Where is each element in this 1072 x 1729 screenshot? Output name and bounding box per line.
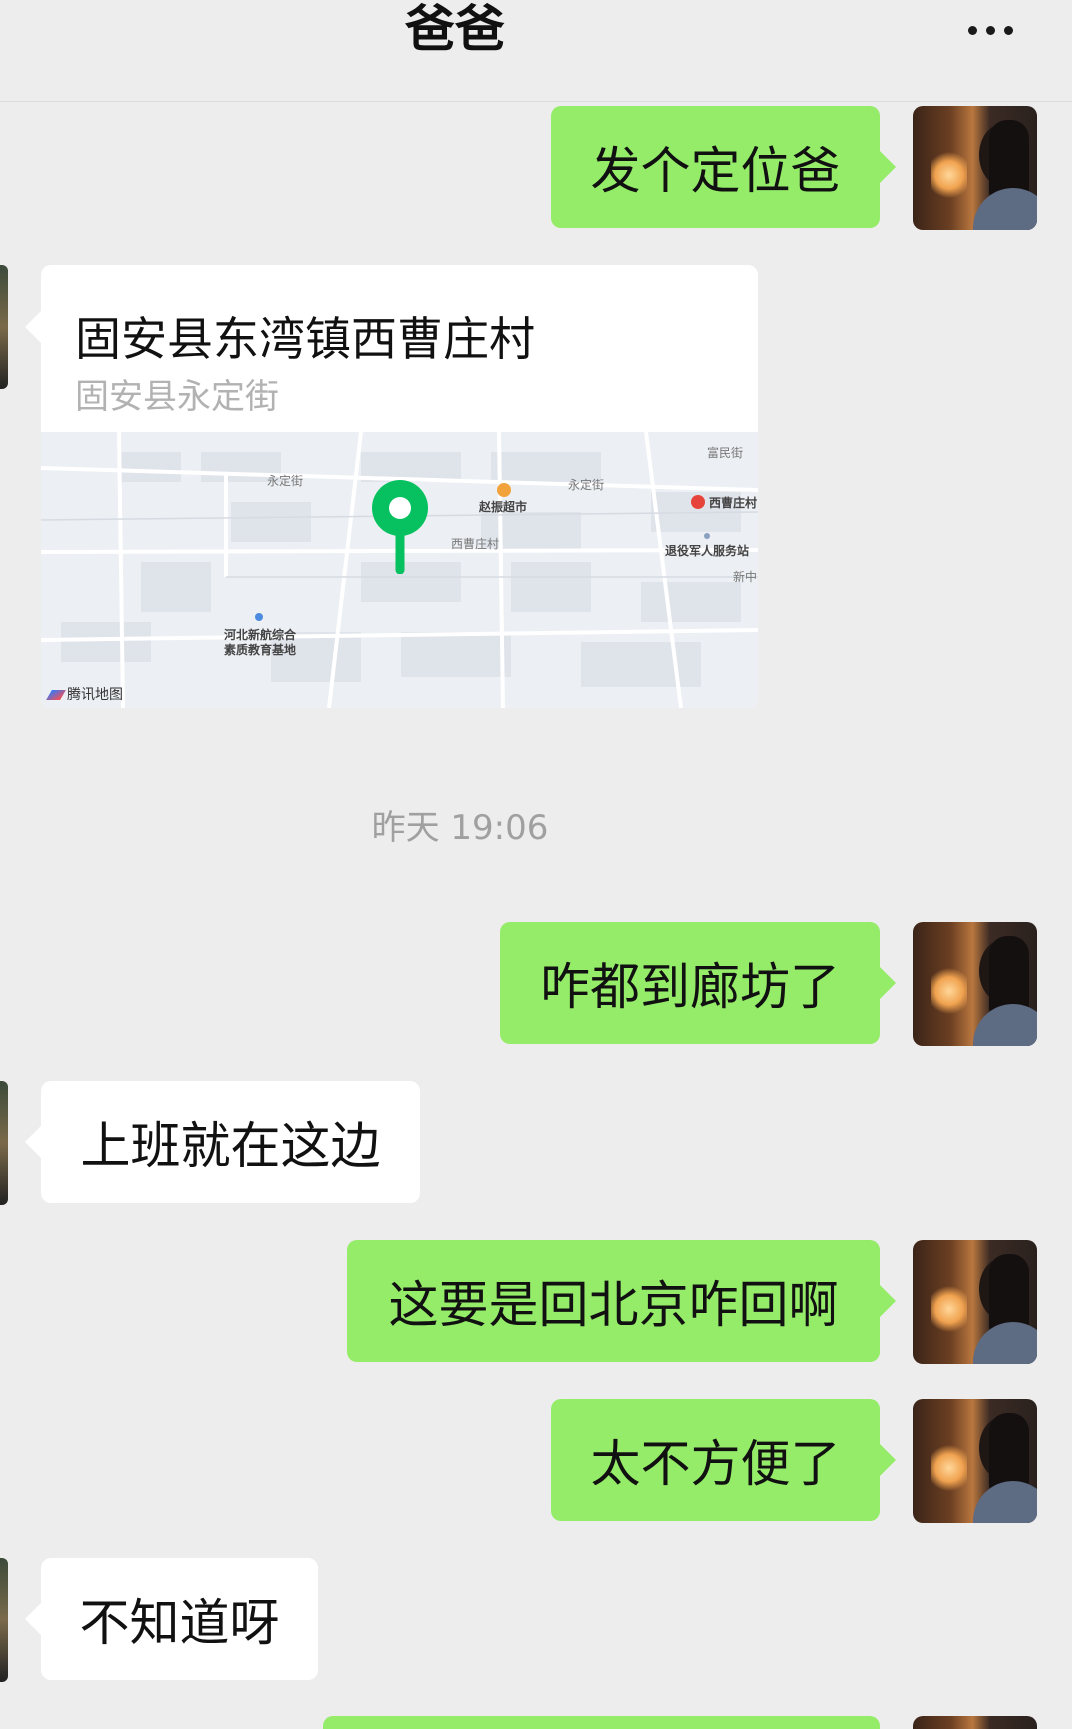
message-bubble-sent[interactable]: 发个定位爸 (551, 106, 896, 228)
location-card[interactable]: 固安县东湾镇西曹庄村 固安县永定街 富民街 永定街 永定街 赵振超市 西曹庄村 … (41, 265, 758, 708)
my-avatar[interactable] (913, 106, 1037, 230)
message-bubble-sent[interactable]: 这要是回北京咋回啊 (347, 1240, 896, 1362)
map-label: 退役军人服务站 (665, 544, 750, 558)
map-label: 永定街 (568, 478, 605, 492)
map-label: 赵振超市 (479, 500, 528, 514)
contact-avatar[interactable] (0, 1558, 8, 1682)
message-text: 这要是回北京咋回啊 (388, 1276, 839, 1334)
my-avatar[interactable] (913, 922, 1037, 1046)
message-bubble-sent-partial[interactable] (323, 1716, 880, 1729)
my-avatar[interactable] (913, 1716, 1037, 1729)
location-address: 固安县永定街 (75, 377, 279, 417)
map-label: 西曹庄村 (451, 537, 500, 551)
map-label: 西曹庄村 (709, 496, 758, 510)
message-bubble-received[interactable]: 不知道呀 (25, 1558, 318, 1680)
message-text: 太不方便了 (590, 1435, 841, 1493)
chat-header: 爸爸 (0, 0, 1072, 102)
chat-title: 爸爸 (405, 0, 505, 58)
my-avatar[interactable] (913, 1240, 1037, 1364)
map-label: 永定街 (267, 474, 304, 488)
message-timestamp: 昨天 19:06 (371, 808, 549, 848)
map-label: 素质教育基地 (224, 643, 297, 657)
message-bubble-sent[interactable]: 太不方便了 (551, 1399, 896, 1521)
message-text: 咋都到廊坊了 (540, 958, 840, 1016)
map-watermark: 腾讯地图 (46, 684, 123, 704)
location-map[interactable]: 富民街 永定街 永定街 赵振超市 西曹庄村 西曹庄村 退役军人服务站 新中 河北… (41, 431, 758, 708)
map-label: 新中 (733, 570, 758, 584)
location-name: 固安县东湾镇西曹庄村 (75, 312, 535, 366)
message-text: 发个定位爸 (590, 142, 841, 200)
bubble-tail (25, 311, 41, 343)
map-label: 富民街 (707, 446, 744, 460)
my-avatar[interactable] (913, 1399, 1037, 1523)
more-dots-icon[interactable] (950, 10, 1030, 50)
message-bubble-received[interactable]: 上班就在这边 (25, 1081, 420, 1203)
tencent-map-logo-icon (46, 690, 66, 700)
contact-avatar[interactable] (0, 1081, 8, 1205)
map-pin-icon (372, 480, 428, 574)
message-text: 上班就在这边 (80, 1117, 381, 1175)
contact-avatar[interactable] (0, 265, 8, 389)
message-bubble-sent[interactable]: 咋都到廊坊了 (500, 922, 896, 1044)
message-text: 不知道呀 (79, 1594, 280, 1652)
